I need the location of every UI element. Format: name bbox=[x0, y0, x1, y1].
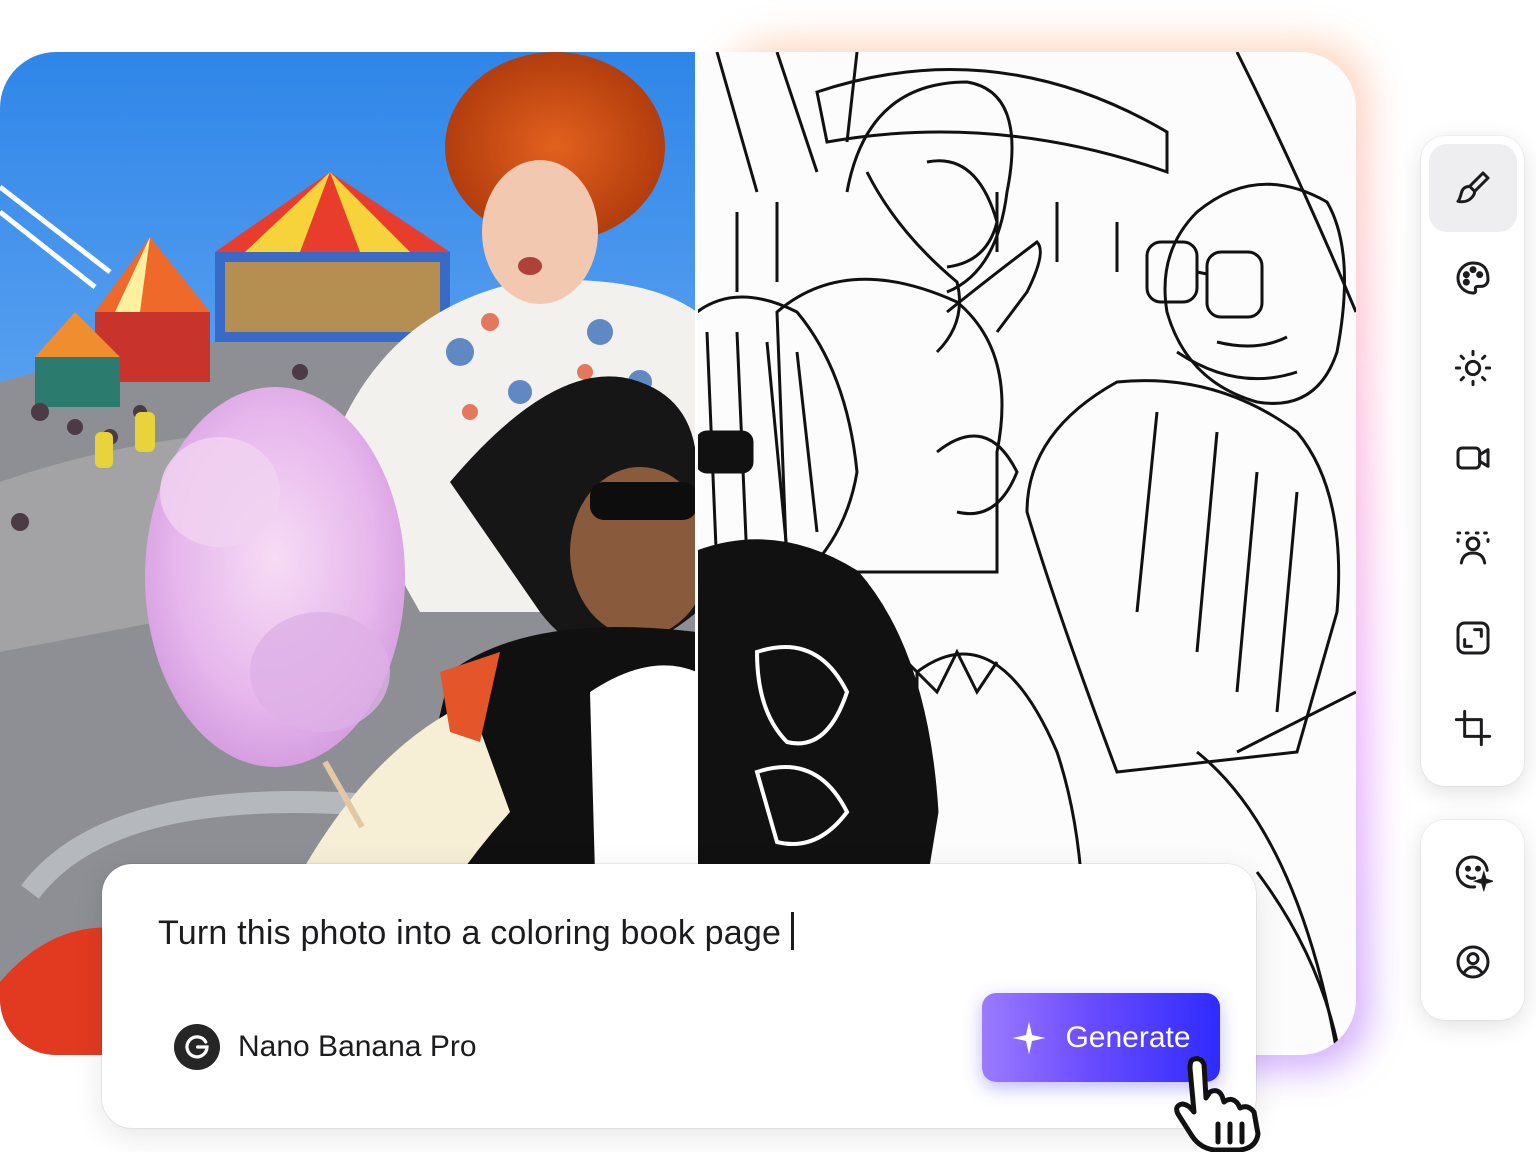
sparkle-icon bbox=[1012, 1021, 1046, 1054]
generate-button-label: Generate bbox=[1065, 1020, 1191, 1054]
model-name: Nano Banana Pro bbox=[238, 1030, 477, 1063]
user-circle-icon[interactable] bbox=[1429, 918, 1517, 1006]
hand-pointer-cursor-icon bbox=[1174, 1056, 1261, 1152]
prompt-input[interactable]: Turn this photo into a coloring book pag… bbox=[158, 912, 795, 953]
background-remove-icon[interactable] bbox=[1429, 504, 1517, 592]
prompt-input-text: Turn this photo into a coloring book pag… bbox=[158, 914, 782, 952]
expand-icon[interactable] bbox=[1429, 594, 1517, 682]
paint-brush-icon[interactable] bbox=[1428, 144, 1517, 232]
text-caret bbox=[791, 912, 795, 950]
sun-icon[interactable] bbox=[1429, 324, 1517, 412]
face-sparkle-icon[interactable] bbox=[1429, 828, 1517, 916]
secondary-toolbar bbox=[1421, 820, 1524, 1020]
crop-icon[interactable] bbox=[1429, 684, 1517, 772]
model-selector[interactable]: Nano Banana Pro bbox=[174, 1024, 477, 1070]
google-g-icon bbox=[174, 1024, 220, 1070]
prompt-panel: Turn this photo into a coloring book pag… bbox=[102, 864, 1256, 1128]
video-camera-icon[interactable] bbox=[1429, 414, 1517, 502]
edit-toolbar bbox=[1421, 136, 1524, 786]
palette-icon[interactable] bbox=[1429, 234, 1517, 322]
